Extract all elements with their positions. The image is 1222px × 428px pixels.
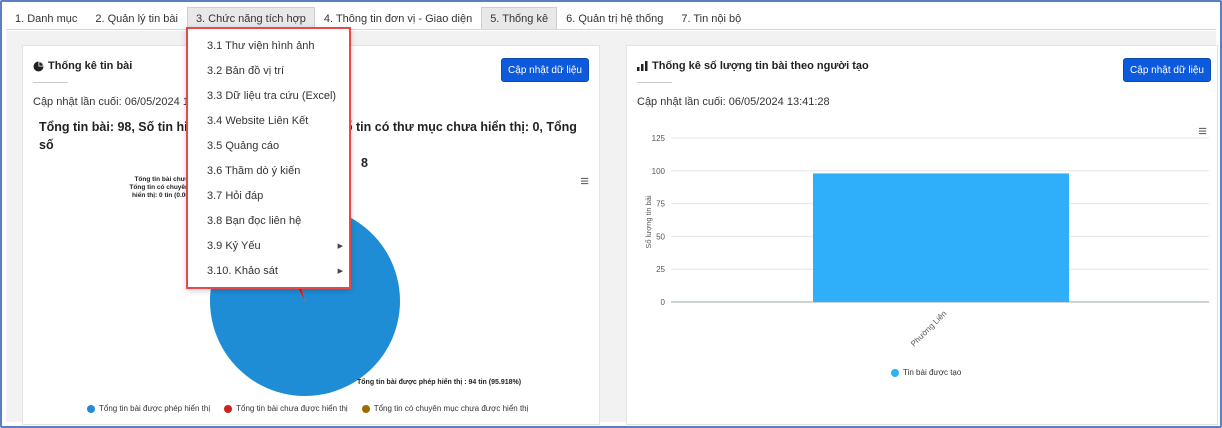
menu-item-label: 3.10. Khảo sát bbox=[207, 265, 278, 277]
y-tick-label: 0 bbox=[661, 298, 666, 307]
bar-legend-item[interactable]: Tin bài được tạo bbox=[891, 368, 961, 377]
pie-legend: Tổng tin bài được phép hiển thị Tổng tin… bbox=[87, 404, 528, 413]
menu-item-label: 3.6 Thăm dò ý kiến bbox=[207, 165, 301, 177]
tab-quan-ly-tin-bai[interactable]: 2. Quản lý tin bài bbox=[86, 7, 187, 29]
menu-item-ban-doc-lien-he[interactable]: 3.8 Bạn đọc liên hệ bbox=[188, 209, 349, 234]
integration-dropdown-menu: 3.1 Thư viện hình ảnh 3.2 Bản đồ vị trí … bbox=[186, 27, 351, 289]
menu-item-label: 3.3 Dữ liệu tra cứu (Excel) bbox=[207, 90, 337, 102]
menu-item-hoi-dap[interactable]: 3.7 Hỏi đáp bbox=[188, 184, 349, 209]
tab-quan-tri-he-thong[interactable]: 6. Quản trị hệ thống bbox=[557, 7, 673, 29]
pie-label-line-1: Tổng tin bài chưa bbox=[134, 176, 189, 183]
pie-label-line-2: Tổng tin có chuyên bbox=[129, 184, 189, 191]
legend-item-shown[interactable]: Tổng tin bài được phép hiển thị bbox=[87, 404, 210, 413]
menu-item-label: 3.7 Hỏi đáp bbox=[207, 190, 264, 202]
pie-label-hidden: Tổng tin bài chưa Tổng tin có chuyên hiể… bbox=[117, 176, 189, 200]
tab-thong-ke[interactable]: 5. Thống kê bbox=[481, 7, 558, 29]
legend-dot bbox=[224, 404, 233, 413]
author-stats-panel: Thống kê số lượng tin bài theo người tạo… bbox=[626, 45, 1218, 425]
legend-label: Tổng tin có chuyên mục chưa được hiển th… bbox=[373, 404, 529, 413]
pie-label-shown: Tổng tin bài được phép hiển thị : 94 tin… bbox=[357, 379, 522, 386]
menu-item-khao-sat[interactable]: 3.10. Khảo sát ▶ bbox=[188, 259, 349, 284]
pie-label-line-3: hiển thị: 0 tin (0.00 bbox=[131, 192, 189, 199]
legend-item-hidden[interactable]: Tổng tin bài chưa được hiển thị bbox=[224, 404, 348, 413]
legend-label: Tin bài được tạo bbox=[903, 368, 962, 377]
menu-item-label: 3.2 Bản đồ vị trí bbox=[207, 65, 285, 77]
caret-right-icon: ▶ bbox=[337, 243, 343, 250]
y-tick-label: 100 bbox=[652, 167, 666, 176]
bar-phuong-lien[interactable] bbox=[813, 173, 1069, 302]
tab-danh-muc[interactable]: 1. Danh mục bbox=[6, 7, 87, 29]
menu-item-ky-yeu[interactable]: 3.9 Kỷ Yếu ▶ bbox=[188, 234, 349, 259]
legend-item-folder-hidden[interactable]: Tổng tin có chuyên mục chưa được hiển th… bbox=[361, 404, 529, 413]
y-tick-label: 25 bbox=[656, 265, 665, 274]
menu-item-label: 3.5 Quảng cáo bbox=[207, 140, 280, 152]
legend-label: Tổng tin bài chưa được hiển thị bbox=[236, 404, 348, 413]
tab-thong-tin-don-vi[interactable]: 4. Thông tin đơn vị - Giao diện bbox=[314, 7, 482, 29]
menu-item-website-lien-ket[interactable]: 3.4 Website Liên Kết bbox=[188, 109, 349, 134]
y-tick-label: 50 bbox=[656, 232, 665, 241]
menu-item-quang-cao[interactable]: 3.5 Quảng cáo bbox=[188, 134, 349, 159]
legend-dot bbox=[361, 404, 370, 413]
menu-item-label: 3.1 Thư viện hình ảnh bbox=[207, 40, 315, 52]
y-tick-label: 125 bbox=[652, 134, 666, 143]
y-tick-label: 75 bbox=[656, 200, 665, 209]
menu-item-thu-vien-hinh-anh[interactable]: 3.1 Thư viện hình ảnh bbox=[188, 34, 349, 59]
tab-chuc-nang-tich-hop[interactable]: 3. Chức năng tích hợp bbox=[186, 7, 315, 29]
caret-right-icon: ▶ bbox=[337, 268, 343, 275]
menu-item-label: 3.9 Kỷ Yếu bbox=[207, 240, 261, 252]
menu-item-ban-do-vi-tri[interactable]: 3.2 Bản đồ vị trí bbox=[188, 59, 349, 84]
menu-item-label: 3.4 Website Liên Kết bbox=[207, 115, 309, 127]
bar-y-ticks: 0 25 50 75 100 125 bbox=[652, 134, 666, 307]
menu-item-du-lieu-tra-cuu[interactable]: 3.3 Dữ liệu tra cứu (Excel) bbox=[188, 84, 349, 109]
x-tick-label: Phường Liên bbox=[909, 309, 948, 348]
legend-label: Tổng tin bài được phép hiển thị bbox=[99, 404, 211, 413]
tab-tin-noi-bo[interactable]: 7. Tin nội bộ bbox=[672, 7, 751, 29]
menu-item-tham-do-y-kien[interactable]: 3.6 Thăm dò ý kiến bbox=[188, 159, 349, 184]
y-axis-label: Số lượng tin bài bbox=[644, 195, 653, 249]
legend-dot bbox=[891, 368, 899, 377]
legend-dot bbox=[87, 404, 95, 413]
menu-item-label: 3.8 Bạn đọc liên hệ bbox=[207, 215, 302, 227]
